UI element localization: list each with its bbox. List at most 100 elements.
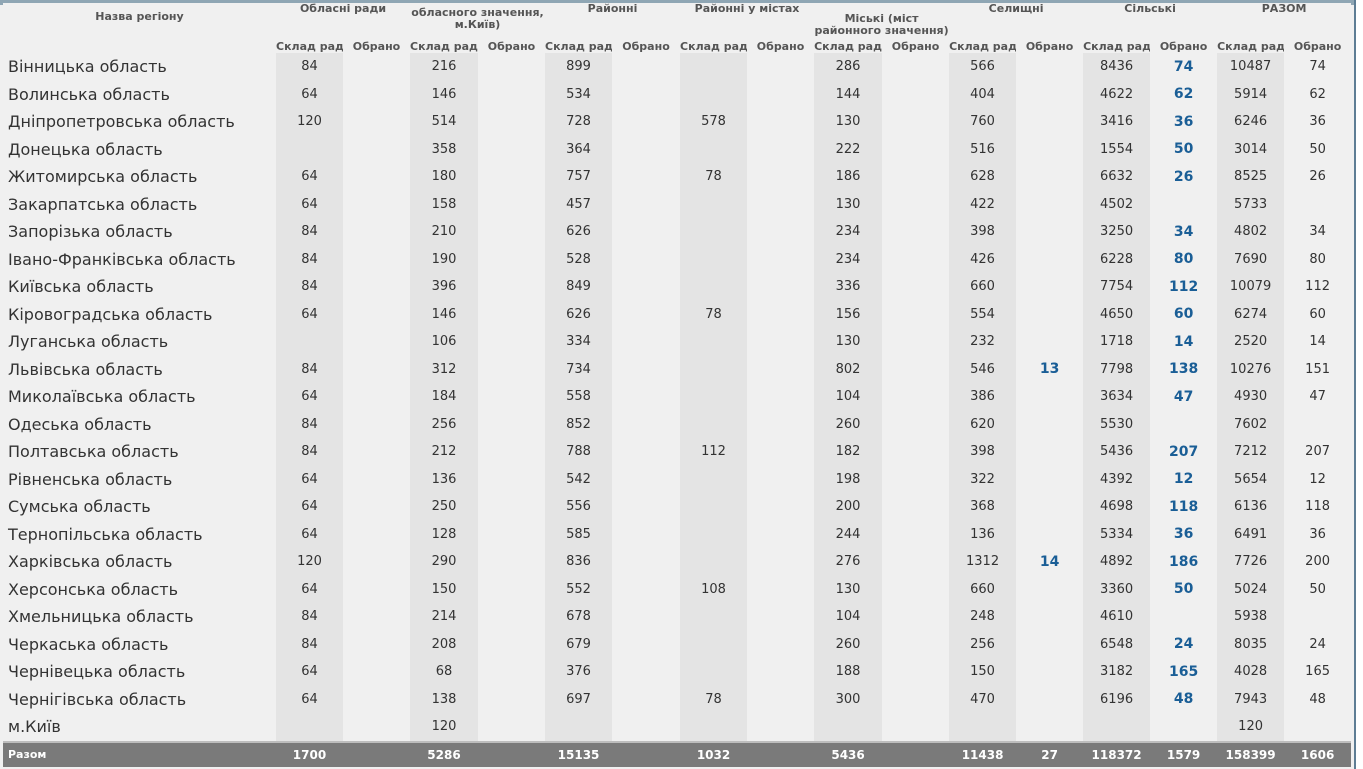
cell-seats: 4622 xyxy=(1083,80,1151,108)
cell-seats: 679 xyxy=(545,630,613,658)
cell-seats: 64 xyxy=(276,80,343,108)
cell-elected xyxy=(747,411,814,439)
cell-seats: 64 xyxy=(276,465,343,493)
cell-elected xyxy=(478,411,545,439)
table-row: Донецька область 358 364 222 516 1554 50 3014 50 xyxy=(3,135,1351,164)
cell-seats: 260 xyxy=(814,630,883,658)
cell-elected xyxy=(1016,273,1083,301)
cell-elected xyxy=(1016,136,1083,164)
cell-elected: 48 xyxy=(1309,691,1326,707)
cell-seats: 542 xyxy=(545,465,613,493)
cell-elected: 14 xyxy=(1173,333,1194,350)
cell-seats: 534 xyxy=(545,80,613,108)
cell-elected xyxy=(343,631,410,659)
region-name: Черкаська область xyxy=(8,634,169,654)
cell-seats: 1032 xyxy=(680,740,748,767)
cell-seats: 64 xyxy=(276,190,343,218)
cell-seats: 144 xyxy=(814,80,883,108)
cell-seats xyxy=(949,713,1017,742)
cell-elected xyxy=(612,356,680,384)
cell-elected xyxy=(1016,438,1083,466)
cell-elected xyxy=(478,328,545,356)
cell-seats: 3014 xyxy=(1217,135,1285,163)
cell-elected: 138 xyxy=(1168,361,1199,378)
header-group-oblast: Обласні ради xyxy=(276,3,410,41)
cell-seats: 108 xyxy=(680,575,748,603)
cell-seats: 10487 xyxy=(1217,53,1285,81)
cell-elected xyxy=(478,136,545,164)
table-row: Львівська область 84 312 734 802 546 13 7798 138… xyxy=(3,355,1351,384)
cell-seats: 84 xyxy=(276,438,343,466)
cell-elected xyxy=(612,658,680,686)
total-row: Разом 1700 5286 15135 1032 5436 11438 27 118372 1… xyxy=(3,740,1352,767)
cell-elected xyxy=(1284,411,1351,439)
cell-seats: 120 xyxy=(276,108,343,136)
cell-seats xyxy=(680,713,748,742)
cell-elected: 207 xyxy=(1305,444,1330,460)
cell-seats: 5436 xyxy=(814,740,883,767)
cell-seats: 130 xyxy=(814,575,883,603)
cell-seats: 3182 xyxy=(1083,658,1151,686)
cell-elected xyxy=(612,163,680,191)
cell-elected xyxy=(1016,53,1083,81)
cell-seats: 5938 xyxy=(1217,603,1285,631)
cell-elected xyxy=(1016,576,1083,604)
cell-seats xyxy=(680,328,748,356)
cell-seats xyxy=(276,328,343,356)
cell-elected: 1606 xyxy=(1284,740,1352,767)
cell-seats: 6274 xyxy=(1217,300,1285,328)
cell-seats: 697 xyxy=(545,685,613,713)
cell-elected xyxy=(747,81,814,109)
cell-elected xyxy=(343,136,410,164)
cell-elected xyxy=(747,218,814,246)
region-name: Волинська область xyxy=(8,84,170,104)
cell-elected xyxy=(1016,108,1083,136)
cell-elected xyxy=(1016,328,1083,356)
region-name: Чернівецька область xyxy=(8,662,186,682)
cell-elected xyxy=(612,740,681,767)
cell-elected xyxy=(747,191,814,219)
cell-seats: 5286 xyxy=(410,740,478,767)
cell-seats xyxy=(680,465,748,493)
cell-elected xyxy=(478,53,545,81)
cell-elected xyxy=(478,383,545,411)
subheader-seats: Склад рад xyxy=(1083,41,1151,53)
header-group-village: Сільські xyxy=(1083,3,1218,41)
cell-elected xyxy=(1150,713,1217,742)
cell-elected xyxy=(612,328,680,356)
cell-seats: 138 xyxy=(410,685,478,713)
cell-elected xyxy=(747,53,814,81)
table-row: Закарпатська область 64 158 457 130 422 4502 57… xyxy=(3,190,1351,219)
region-name: Вінницька область xyxy=(8,57,167,77)
cell-seats: 852 xyxy=(545,410,613,438)
cell-seats: 4930 xyxy=(1217,383,1285,411)
cell-seats: 78 xyxy=(680,685,748,713)
cell-elected xyxy=(612,686,680,714)
cell-elected xyxy=(747,686,814,714)
cell-elected xyxy=(882,493,949,521)
cell-seats xyxy=(276,713,343,742)
region-name: Херсонська область xyxy=(8,579,179,599)
cell-seats: 6632 xyxy=(1083,163,1151,191)
cell-elected xyxy=(612,603,680,631)
cell-elected xyxy=(478,713,545,742)
cell-seats: 198 xyxy=(814,465,883,493)
table-row: Херсонська область 64 150 552 108 130 660 3360 5… xyxy=(3,575,1351,604)
cell-elected xyxy=(747,246,814,274)
cell-seats: 84 xyxy=(276,218,343,246)
cell-seats: 556 xyxy=(545,493,613,521)
cell-elected xyxy=(478,631,545,659)
cell-seats: 4610 xyxy=(1083,603,1151,631)
cell-seats: 5024 xyxy=(1217,575,1285,603)
cell-elected: 118 xyxy=(1168,498,1199,515)
table-row: Хмельницька область 84 214 678 104 248 4610 593… xyxy=(3,603,1351,631)
cell-seats: 216 xyxy=(410,53,478,81)
cell-seats xyxy=(680,190,748,218)
cell-seats: 620 xyxy=(949,410,1017,438)
cell-elected: 13 xyxy=(1039,361,1060,378)
cell-elected xyxy=(1016,466,1083,494)
header-group-city-oblast: обласного значення, м.Київ) xyxy=(410,3,546,41)
cell-elected: 80 xyxy=(1173,251,1194,268)
cell-elected xyxy=(343,328,410,356)
cell-seats xyxy=(680,630,748,658)
